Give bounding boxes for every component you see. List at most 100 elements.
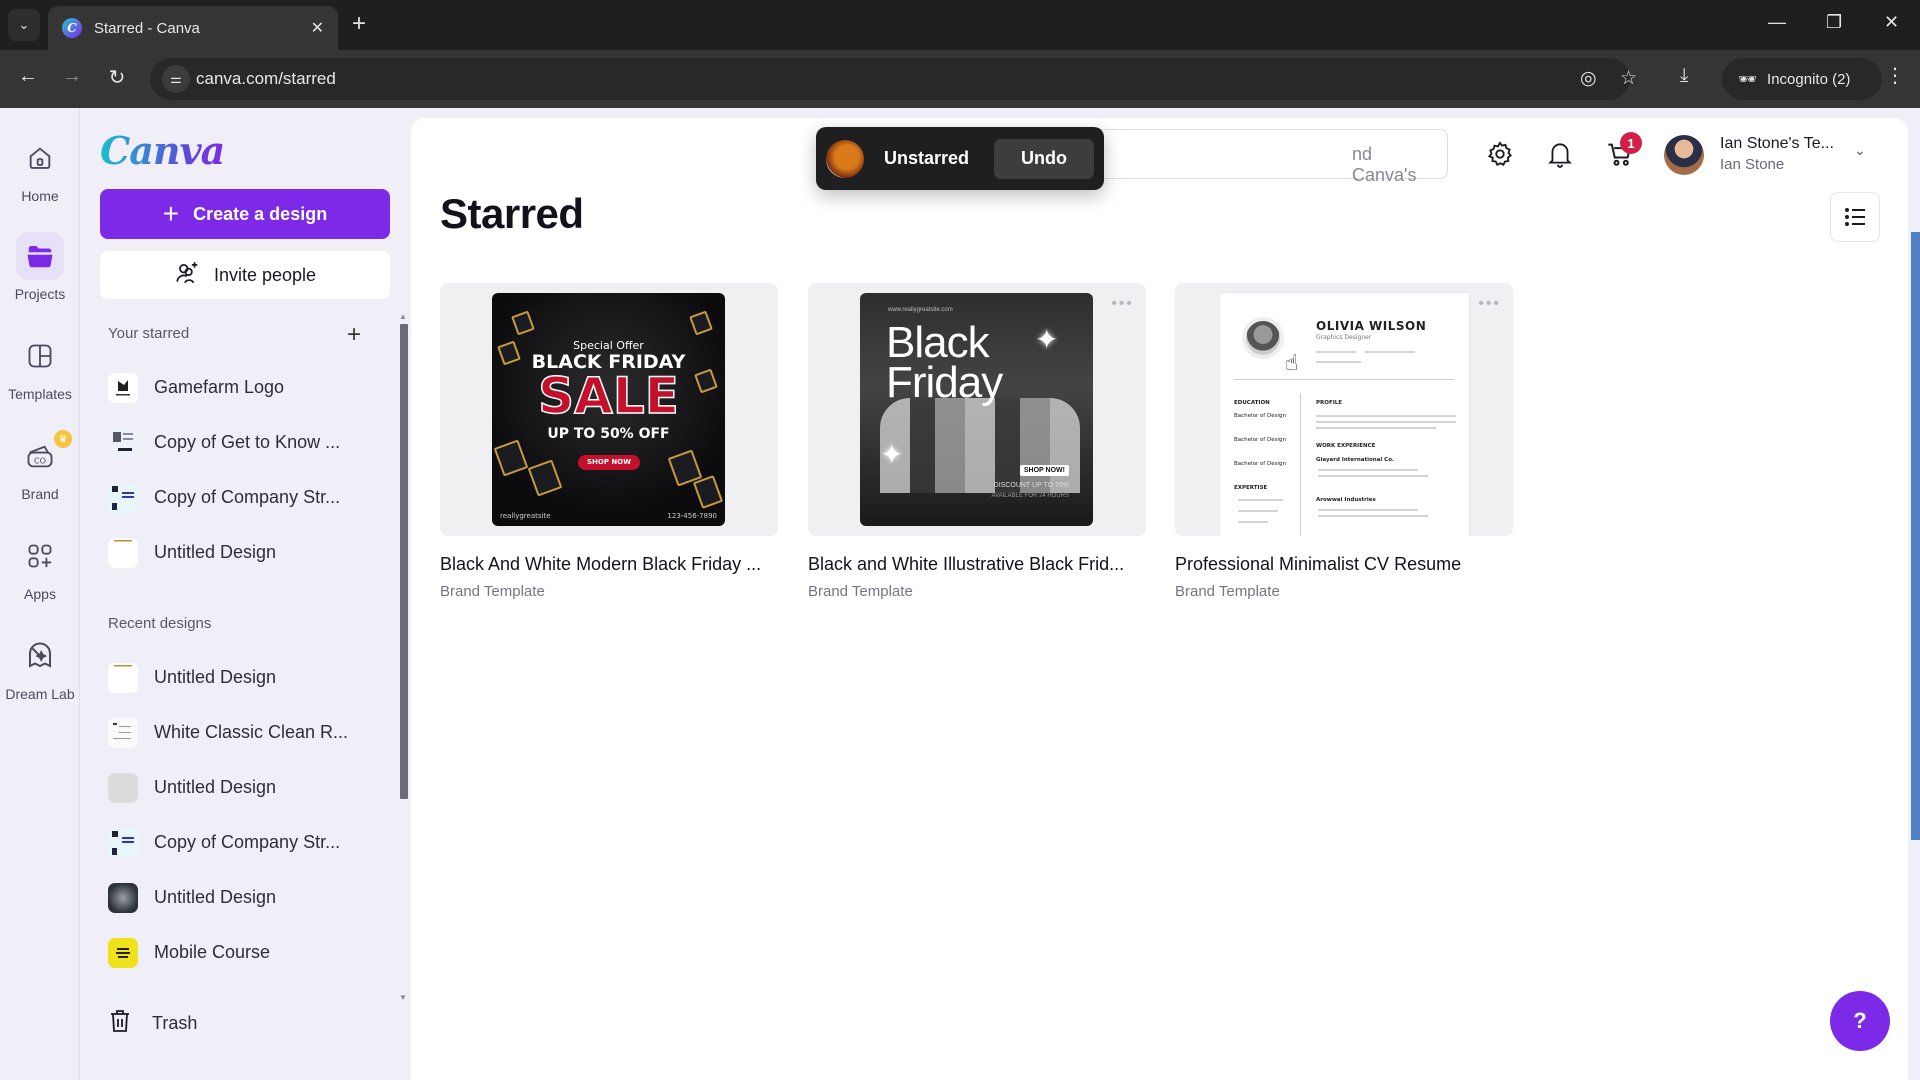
scroll-up-arrow-icon[interactable]: ▲ bbox=[399, 312, 407, 321]
art-phone-text: 123-456-7890 bbox=[667, 512, 717, 520]
trash-label: Trash bbox=[152, 1013, 198, 1033]
eye-off-icon[interactable]: ◎ bbox=[1580, 67, 1597, 90]
user-avatar[interactable] bbox=[1664, 135, 1704, 175]
design-thumbnail bbox=[108, 372, 138, 403]
item-label: Untitled Design bbox=[154, 777, 277, 797]
browser-tab-active[interactable]: C Starred - Canva ✕ bbox=[48, 6, 338, 50]
minimize-button[interactable]: — bbox=[1768, 12, 1786, 33]
site-info-icon[interactable]: ⚌ bbox=[162, 65, 190, 93]
starred-item[interactable]: Gamefarm Logo bbox=[100, 360, 390, 415]
close-icon[interactable]: ✕ bbox=[311, 18, 324, 38]
bookmark-star-icon[interactable]: ☆ bbox=[1620, 67, 1637, 90]
undo-button[interactable]: Undo bbox=[994, 138, 1094, 179]
back-button[interactable]: ← bbox=[14, 65, 42, 88]
download-icon[interactable]: ⤓ bbox=[1680, 65, 1688, 87]
starred-item[interactable]: Untitled Design bbox=[100, 525, 390, 580]
art-name-text: OLIVIA WILSON bbox=[1316, 319, 1427, 333]
item-label: Untitled Design bbox=[154, 887, 277, 907]
card-title[interactable]: Black And White Modern Black Friday ... bbox=[440, 554, 778, 575]
restore-button[interactable]: ❐ bbox=[1826, 12, 1842, 33]
design-thumbnail bbox=[108, 827, 138, 858]
help-button[interactable]: ? bbox=[1830, 991, 1890, 1051]
recent-item[interactable]: Untitled Design bbox=[100, 760, 390, 815]
card-thumbnail[interactable]: www.reallygreatsite.com Black Friday ✦ ✦ … bbox=[808, 283, 1146, 536]
card-title[interactable]: Black and White Illustrative Black Frid.… bbox=[808, 554, 1146, 575]
chevron-down-icon[interactable]: ⌄ bbox=[1854, 142, 1866, 159]
recent-item[interactable]: Untitled Design bbox=[100, 870, 390, 925]
rail-item-home[interactable]: Home bbox=[0, 134, 80, 204]
tab-title: Starred - Canva bbox=[94, 19, 200, 37]
design-thumbnail bbox=[108, 717, 138, 748]
tab-list-button[interactable]: ⌄ bbox=[8, 9, 40, 41]
recent-designs-heading: Recent designs bbox=[108, 615, 212, 632]
design-thumbnail bbox=[108, 662, 138, 693]
window-close-button[interactable]: ✕ bbox=[1884, 12, 1899, 33]
templates-icon bbox=[16, 332, 64, 380]
recent-item[interactable]: Untitled Design bbox=[100, 650, 390, 705]
create-design-button[interactable]: + Create a design bbox=[100, 189, 390, 239]
address-bar[interactable]: ⚌ canva.com/starred ◎ ☆ bbox=[150, 58, 1637, 100]
recent-item[interactable]: Copy of Company Str... bbox=[100, 815, 390, 870]
art-company-text: Arowwai Industries bbox=[1316, 497, 1376, 503]
page-scrollbar[interactable] bbox=[1911, 232, 1920, 840]
design-card[interactable]: OLIVIA WILSON Graphics Designer EDUCATIO… bbox=[1175, 283, 1513, 600]
sparkle-icon: ✦ bbox=[880, 439, 904, 470]
recent-item[interactable]: Copy of Get to Know ... bbox=[100, 980, 390, 997]
svg-text:CO: CO bbox=[34, 457, 46, 466]
invite-people-button[interactable]: Invite people bbox=[100, 251, 390, 299]
incognito-button[interactable]: 🕶 Incognito (2) bbox=[1722, 58, 1882, 100]
recent-item[interactable]: Mobile Course bbox=[100, 925, 390, 980]
folder-icon bbox=[16, 232, 64, 280]
design-card[interactable]: Special Offer BLACK FRIDAY SALE UP TO 50… bbox=[440, 283, 778, 600]
card-title[interactable]: Professional Minimalist CV Resume bbox=[1175, 554, 1513, 575]
art-discount-text: UP TO 50% OFF bbox=[547, 426, 670, 442]
new-tab-button[interactable]: + bbox=[352, 10, 366, 38]
reload-button[interactable]: ↻ bbox=[103, 65, 131, 90]
item-label: Untitled Design bbox=[154, 542, 277, 562]
browser-menu-icon[interactable]: ⋮ bbox=[1885, 63, 1905, 88]
design-thumbnail bbox=[108, 772, 138, 803]
design-card[interactable]: www.reallygreatsite.com Black Friday ✦ ✦ … bbox=[808, 283, 1146, 600]
primary-nav-rail: Home Projects Templates ♛ CO Brand Apps … bbox=[0, 108, 80, 1080]
settings-gear-icon[interactable] bbox=[1485, 140, 1515, 175]
rail-item-apps[interactable]: Apps bbox=[0, 532, 80, 602]
user-name[interactable]: Ian Stone bbox=[1720, 156, 1784, 173]
add-starred-button[interactable]: + bbox=[347, 321, 361, 349]
more-options-icon[interactable]: ••• bbox=[1478, 295, 1501, 313]
recent-item[interactable]: White Classic Clean R... bbox=[100, 705, 390, 760]
scroll-down-arrow-icon[interactable]: ▼ bbox=[399, 993, 407, 1002]
design-thumbnail bbox=[108, 537, 138, 568]
list-view-toggle[interactable] bbox=[1830, 192, 1880, 242]
art-degree-text: Bachelor of Design bbox=[1234, 413, 1286, 419]
rail-item-brand[interactable]: ♛ CO Brand bbox=[0, 430, 80, 502]
card-thumbnail[interactable]: OLIVIA WILSON Graphics Designer EDUCATIO… bbox=[1175, 283, 1513, 536]
url-text[interactable]: canva.com/starred bbox=[196, 69, 336, 89]
browser-tab-bar: ⌄ C Starred - Canva ✕ + — ❐ ✕ bbox=[0, 0, 1920, 50]
team-name[interactable]: Ian Stone's Te... bbox=[1720, 135, 1834, 153]
art-site-text: reallygreatsite bbox=[500, 512, 551, 520]
starred-item[interactable]: Copy of Get to Know ... bbox=[100, 415, 390, 470]
rail-item-dream-lab[interactable]: Dream Lab bbox=[0, 632, 80, 702]
rail-item-templates[interactable]: Templates bbox=[0, 332, 80, 402]
art-headline-line: Black bbox=[886, 318, 990, 367]
browser-toolbar: ← → ↻ ⚌ canva.com/starred ◎ ☆ ⤓ 🕶 Incogn… bbox=[0, 50, 1920, 108]
black-friday-illustrative-artwork: www.reallygreatsite.com Black Friday ✦ ✦ … bbox=[860, 293, 1093, 526]
trash-link[interactable]: Trash bbox=[108, 1008, 197, 1039]
more-options-icon[interactable]: ••• bbox=[1111, 295, 1134, 313]
black-friday-sale-artwork: Special Offer BLACK FRIDAY SALE UP TO 50… bbox=[492, 293, 725, 526]
trash-icon bbox=[108, 1008, 132, 1039]
card-thumbnail[interactable]: Special Offer BLACK FRIDAY SALE UP TO 50… bbox=[440, 283, 778, 536]
rail-item-projects[interactable]: Projects bbox=[0, 232, 80, 302]
cart-count-badge: 1 bbox=[1620, 132, 1642, 154]
forward-button[interactable]: → bbox=[58, 65, 86, 88]
main-content: nd Canva's 1 Ian Stone's Te... Ian Stone… bbox=[411, 118, 1908, 1080]
dream-lab-icon bbox=[16, 632, 64, 680]
starred-item[interactable]: Copy of Company Str... bbox=[100, 470, 390, 525]
art-role-text: Graphics Designer bbox=[1316, 334, 1372, 341]
design-thumbnail bbox=[108, 482, 138, 513]
panel-scrollbar[interactable]: ▲ ▼ bbox=[398, 312, 408, 1002]
scrollbar-thumb[interactable] bbox=[400, 324, 408, 799]
rail-label: Projects bbox=[14, 286, 66, 302]
notifications-bell-icon[interactable] bbox=[1545, 140, 1575, 175]
canva-logo[interactable]: Canva bbox=[100, 128, 225, 173]
